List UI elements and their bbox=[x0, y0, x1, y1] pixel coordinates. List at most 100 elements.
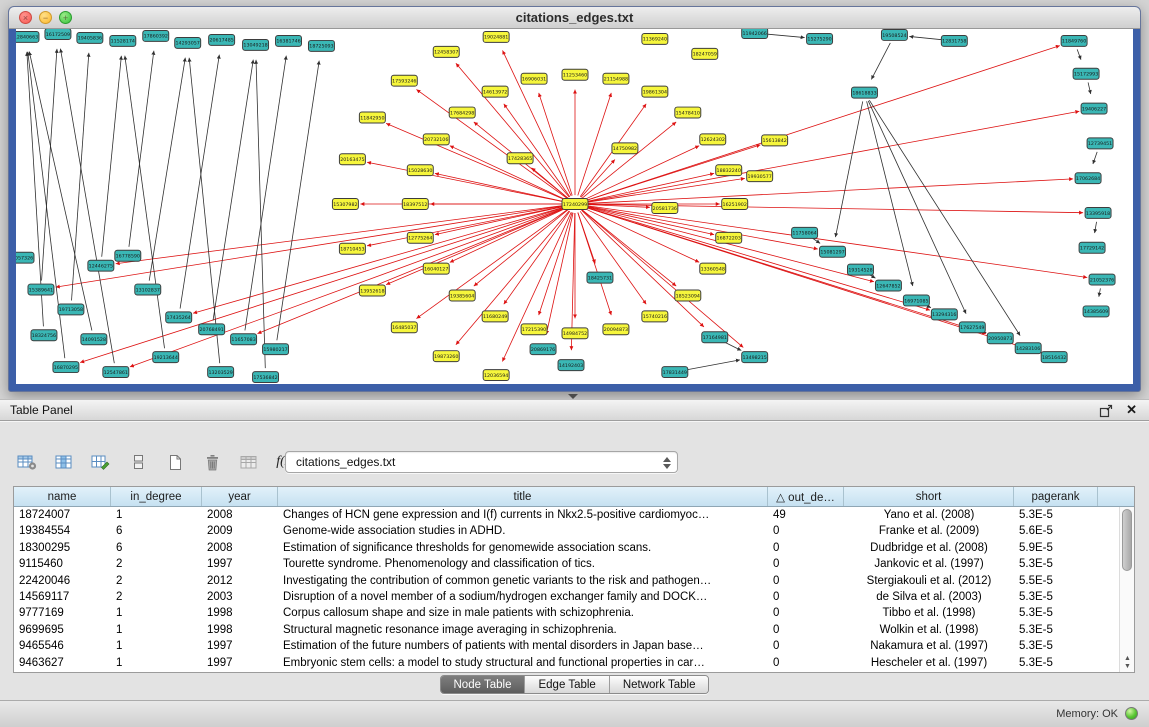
delete-table-button[interactable] bbox=[199, 450, 225, 474]
graph-node[interactable]: 11657083 bbox=[231, 334, 257, 345]
graph-node[interactable]: 11849760 bbox=[1061, 35, 1087, 46]
graph-node[interactable]: 21052376 bbox=[1089, 274, 1115, 285]
table-row[interactable]: 1938455462009Genome-wide association stu… bbox=[14, 523, 1134, 539]
graph-node[interactable]: 18832240 bbox=[716, 165, 742, 176]
graph-node[interactable]: 11369240 bbox=[642, 33, 668, 44]
graph-node[interactable]: 16172509 bbox=[45, 29, 71, 39]
table-row[interactable]: 946554611997Estimation of the future num… bbox=[14, 638, 1134, 654]
graph-node[interactable]: 16485037 bbox=[391, 322, 417, 333]
column-header-pagerank[interactable]: pagerank bbox=[1014, 487, 1098, 506]
graph-node[interactable]: 12036594 bbox=[483, 370, 509, 381]
column-header-out_de[interactable]: △ out_de… bbox=[768, 487, 844, 506]
column-header-year[interactable]: year bbox=[202, 487, 278, 506]
graph-node[interactable]: 17435264 bbox=[166, 312, 192, 323]
graph-node[interactable]: 16872203 bbox=[716, 232, 742, 243]
table-row[interactable]: 1872400712008Changes of HCN gene express… bbox=[14, 507, 1134, 523]
table-row[interactable]: 1830029562008Estimation of significance … bbox=[14, 540, 1134, 556]
tab-node-table[interactable]: Node Table bbox=[441, 676, 525, 693]
graph-node[interactable]: 21154988 bbox=[603, 73, 629, 84]
close-window-button[interactable]: × bbox=[19, 11, 32, 24]
graph-node[interactable]: 12739451 bbox=[1087, 138, 1113, 149]
graph-node[interactable]: 13395918 bbox=[1085, 207, 1111, 218]
graph-node[interactable]: 17627549 bbox=[959, 322, 985, 333]
table-edit-button[interactable] bbox=[88, 450, 114, 474]
close-panel-button[interactable]: ✕ bbox=[1126, 400, 1137, 420]
graph-node[interactable]: 20617485 bbox=[209, 34, 235, 45]
graph-node[interactable]: 14984752 bbox=[562, 328, 588, 339]
graph-node[interactable]: 20581736 bbox=[652, 203, 678, 214]
table-row[interactable]: 969969511998Structural magnetic resonanc… bbox=[14, 622, 1134, 638]
new-table-button[interactable] bbox=[162, 450, 188, 474]
graph-node[interactable]: 17860392 bbox=[143, 30, 169, 41]
graph-node[interactable]: 16906031 bbox=[521, 73, 547, 84]
graph-node[interactable]: 15980217 bbox=[263, 344, 289, 355]
graph-node[interactable]: 16381746 bbox=[276, 35, 302, 46]
graph-node[interactable]: 20768491 bbox=[199, 324, 225, 335]
graph-node[interactable]: 11942066 bbox=[742, 29, 768, 38]
graph-node[interactable]: 18523094 bbox=[675, 290, 701, 301]
graph-node[interactable]: 18397512 bbox=[402, 199, 428, 210]
graph-node[interactable]: 13294316 bbox=[931, 309, 957, 320]
column-header-in_degree[interactable]: in_degree bbox=[111, 487, 202, 506]
graph-node[interactable]: 19405836 bbox=[77, 32, 103, 43]
graph-node[interactable]: 12446275 bbox=[88, 260, 114, 271]
graph-node[interactable]: 20732106 bbox=[423, 134, 449, 145]
graph-node[interactable]: 19861304 bbox=[642, 86, 668, 97]
graph-node[interactable]: 17831449 bbox=[662, 367, 688, 378]
scrollbar-arrows-icon[interactable]: ▲▼ bbox=[1120, 655, 1135, 671]
graph-node[interactable]: 17164981 bbox=[702, 332, 728, 343]
graph-node[interactable]: 15389641 bbox=[28, 284, 54, 295]
graph-node[interactable]: 14385609 bbox=[1083, 306, 1109, 317]
float-panel-button[interactable] bbox=[1099, 404, 1113, 418]
graph-node[interactable]: 13049218 bbox=[243, 39, 269, 50]
row-height-button[interactable] bbox=[125, 450, 151, 474]
graph-node[interactable]: 20869176 bbox=[530, 344, 556, 355]
zoom-window-button[interactable]: + bbox=[59, 11, 72, 24]
graph-node[interactable]: 15613842 bbox=[762, 135, 788, 146]
scrollbar-thumb[interactable] bbox=[1122, 509, 1132, 571]
graph-node[interactable]: 19314528 bbox=[848, 264, 874, 275]
graph-node[interactable]: 14283106 bbox=[1015, 343, 1041, 354]
graph-node[interactable]: 11758064 bbox=[792, 227, 818, 238]
table-settings-button[interactable] bbox=[14, 450, 40, 474]
graph-node[interactable]: 12840663 bbox=[16, 31, 39, 42]
table-row[interactable]: 946362711997Embryonic stem cells: a mode… bbox=[14, 655, 1134, 671]
graph-node[interactable]: 19385604 bbox=[449, 290, 475, 301]
graph-node[interactable]: 18516432 bbox=[1041, 352, 1067, 363]
network-window[interactable]: × − + citations_edges.txt 17240299162519… bbox=[8, 6, 1141, 392]
graph-node[interactable]: 18725093 bbox=[308, 40, 334, 51]
graph-node[interactable]: 20950873 bbox=[987, 333, 1013, 344]
table-columns-button[interactable] bbox=[51, 450, 77, 474]
graph-node[interactable]: 16040127 bbox=[423, 263, 449, 274]
graph-node[interactable]: 11680249 bbox=[482, 311, 508, 322]
graph-node[interactable]: 12831758 bbox=[941, 35, 967, 46]
graph-node[interactable]: 17593246 bbox=[391, 75, 417, 86]
graph-node[interactable]: 18710453 bbox=[339, 243, 365, 254]
graph-node[interactable]: 17215390 bbox=[521, 324, 547, 335]
graph-node[interactable]: 19406227 bbox=[1081, 103, 1107, 114]
graph-node[interactable]: 16251902 bbox=[722, 199, 748, 210]
table-row[interactable]: 2242004622012Investigating the contribut… bbox=[14, 573, 1134, 589]
graph-node[interactable]: 16971085 bbox=[903, 295, 929, 306]
graph-node[interactable]: 20163475 bbox=[339, 154, 365, 165]
graph-node[interactable]: 12775264 bbox=[407, 232, 433, 243]
graph-node[interactable]: 15307982 bbox=[332, 199, 358, 210]
table-row[interactable]: 1456911722003Disruption of a novel membe… bbox=[14, 589, 1134, 605]
graph-node[interactable]: 17062684 bbox=[1075, 173, 1101, 184]
graph-node[interactable]: 15172993 bbox=[1073, 68, 1099, 79]
graph-node[interactable]: 12458307 bbox=[433, 46, 459, 57]
graph-node[interactable]: 17428365 bbox=[507, 153, 533, 164]
table-row[interactable]: 911546021997Tourette syndrome. Phenomeno… bbox=[14, 556, 1134, 572]
column-header-title[interactable]: title bbox=[278, 487, 768, 506]
graph-node[interactable]: 11253460 bbox=[562, 69, 588, 80]
graph-node[interactable]: 20094873 bbox=[603, 324, 629, 335]
graph-node[interactable]: 17729142 bbox=[1079, 242, 1105, 253]
panel-resize-divider[interactable] bbox=[0, 392, 1149, 399]
graph-node[interactable]: 17684298 bbox=[449, 107, 475, 118]
graph-node[interactable]: 19508524 bbox=[881, 29, 907, 40]
graph-node[interactable]: 14192403 bbox=[558, 360, 584, 371]
graph-node[interactable]: 15275290 bbox=[807, 33, 833, 44]
graph-node[interactable]: 13102837 bbox=[135, 284, 161, 295]
column-header-name[interactable]: name bbox=[14, 487, 111, 506]
network-canvas[interactable]: 1724029916251902188322401262430215478410… bbox=[16, 29, 1133, 384]
